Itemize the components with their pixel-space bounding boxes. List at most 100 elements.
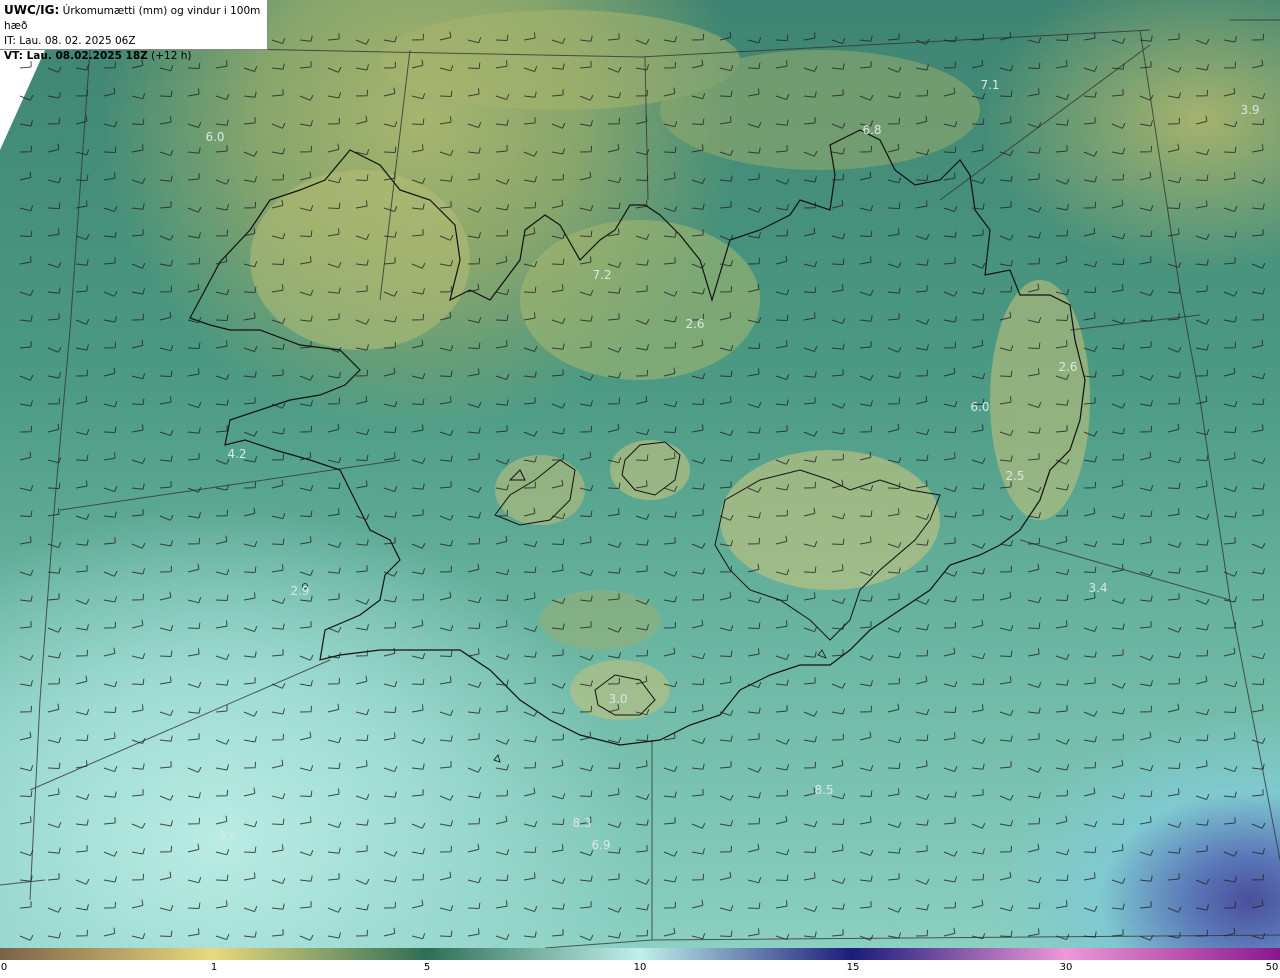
wind-barb [411, 568, 425, 575]
wind-barb [803, 227, 816, 237]
wind-barb [327, 457, 342, 464]
wind-barb [1111, 733, 1124, 741]
wind-barb [1139, 875, 1153, 882]
wind-barb [467, 401, 482, 409]
wind-barb [971, 822, 986, 829]
wind-barb [467, 317, 482, 324]
wind-barb [131, 653, 146, 660]
wind-barb [1111, 199, 1124, 209]
wind-barb [1223, 850, 1238, 857]
colorbar-tick: 10 [633, 962, 647, 973]
wind-barb [1083, 481, 1096, 489]
wind-barb [75, 675, 88, 685]
wind-barb [999, 285, 1012, 293]
wind-barb [1223, 146, 1237, 153]
wind-barb [915, 285, 928, 293]
wind-barb [1251, 483, 1265, 490]
wind-barb [915, 793, 930, 801]
wind-barb [299, 536, 312, 545]
wind-barb [579, 451, 592, 461]
wind-barb [663, 850, 678, 857]
wind-barb [747, 453, 760, 461]
wind-barb [467, 733, 480, 741]
wind-barb [1167, 652, 1181, 659]
wind-barb [1111, 37, 1126, 45]
wind-barb [1195, 513, 1210, 521]
wind-barb [411, 737, 426, 745]
wind-barb [1251, 509, 1264, 517]
wind-barb [131, 704, 144, 713]
wind-barb [355, 793, 370, 801]
wind-barb [971, 424, 984, 433]
wind-barb [775, 764, 789, 771]
wind-barb [75, 369, 88, 377]
wind-barb [831, 844, 844, 853]
wind-barb [1251, 144, 1264, 153]
wind-barb [103, 290, 118, 297]
wind-barb [103, 146, 117, 153]
wind-barb [1083, 507, 1096, 517]
wind-barb [691, 457, 706, 465]
wind-barb [1111, 453, 1124, 461]
wind-barb [103, 537, 116, 545]
wind-barb [999, 905, 1014, 912]
wind-barb [831, 818, 845, 825]
wind-barb [243, 91, 257, 98]
wind-barb [859, 205, 874, 212]
wind-barb [131, 339, 144, 349]
wind-barb [19, 595, 33, 602]
wind-barb [1167, 703, 1180, 713]
wind-barb [495, 569, 510, 576]
wind-barb [691, 822, 706, 829]
wind-barb [159, 90, 173, 97]
wind-barb [999, 565, 1012, 573]
wind-barb [75, 480, 88, 489]
wind-barb [299, 849, 314, 857]
wind-barb [1195, 200, 1208, 209]
wind-barb [1223, 205, 1238, 213]
wind-barb [551, 122, 566, 129]
wind-barb [19, 654, 34, 661]
wind-barb [299, 61, 312, 69]
wind-barb [943, 706, 957, 713]
wind-barb [355, 734, 369, 741]
wind-barb [1083, 227, 1096, 237]
wind-barb [411, 873, 424, 881]
wind-barb [131, 568, 145, 575]
wind-barb [47, 847, 61, 854]
wind-barb [299, 374, 314, 381]
wind-barb [1111, 513, 1126, 520]
wind-barb [383, 876, 397, 883]
wind-barb [439, 905, 454, 912]
wind-barb [915, 395, 928, 405]
wind-barb [159, 345, 174, 352]
wind-barb [383, 621, 396, 629]
wind-barb [887, 346, 902, 353]
wind-barb [1139, 425, 1152, 433]
wind-barb [1055, 229, 1068, 237]
wind-barb [47, 788, 60, 797]
wind-barb [159, 735, 173, 742]
wind-barb [75, 233, 90, 241]
precip-value-label: 3.0 [608, 692, 628, 706]
wind-barb [831, 903, 845, 910]
wind-barb [943, 316, 957, 323]
wind-barb [187, 817, 200, 825]
wind-barb [887, 873, 900, 881]
wind-barb [1167, 847, 1181, 854]
wind-barb [775, 255, 788, 265]
wind-barb [1167, 397, 1180, 405]
wind-barb [747, 792, 761, 799]
wind-barb [1027, 37, 1042, 44]
wind-barb [1139, 400, 1153, 407]
wind-barb [999, 761, 1012, 769]
wind-barb [1055, 620, 1068, 629]
wind-barb [243, 931, 257, 938]
wind-barb [915, 344, 929, 351]
wind-barb [187, 766, 202, 773]
wind-barb [859, 35, 873, 42]
wind-barb [1223, 367, 1236, 377]
wind-barb [1195, 318, 1210, 325]
wind-barb [1111, 597, 1126, 605]
wind-barb [747, 622, 761, 629]
